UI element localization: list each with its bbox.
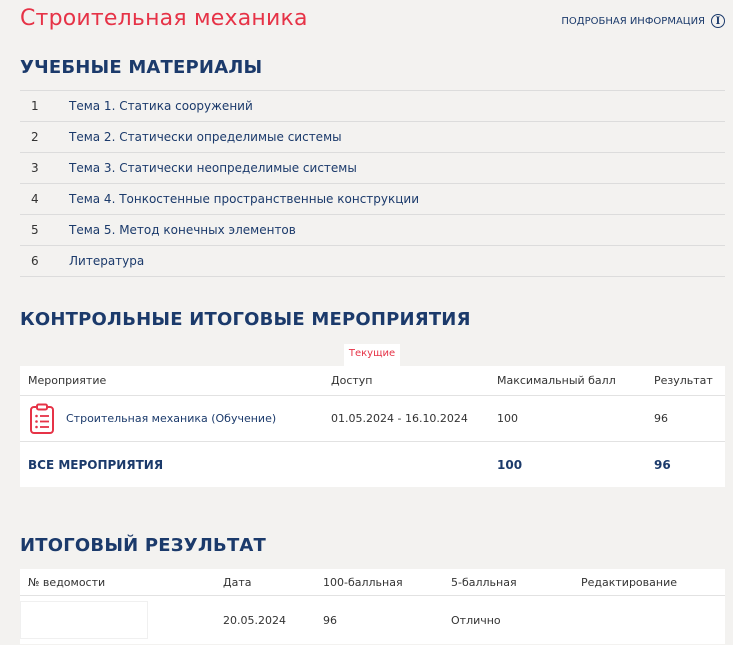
total-label: ВСЕ МЕРОПРИЯТИЯ <box>28 457 164 472</box>
materials-title: УЧЕБНЫЕ МАТЕРИАЛЫ <box>20 57 263 78</box>
event-link[interactable]: Строительная механика (Обучение) <box>66 412 276 425</box>
score100-cell: 96 <box>323 613 337 627</box>
tab-current[interactable]: Текущие <box>344 344 400 366</box>
column-header-event: Мероприятие <box>28 374 107 387</box>
events-title: КОНТРОЛЬНЫЕ ИТОГОВЫЕ МЕРОПРИЯТИЯ <box>20 309 471 330</box>
material-link[interactable]: Литература <box>69 254 144 268</box>
list-item: 5 Тема 5. Метод конечных элементов <box>20 215 725 246</box>
list-item: 3 Тема 3. Статически неопределимые систе… <box>20 153 725 184</box>
table-row: Строительная механика (Обучение) 01.05.2… <box>20 396 725 442</box>
table-row: 20.05.2024 96 Отлично <box>20 596 725 644</box>
column-header-score100: 100-балльная <box>323 575 403 589</box>
table-header: Мероприятие Доступ Максимальный балл Рез… <box>20 366 725 396</box>
column-header-result: Результат <box>654 374 713 387</box>
max-score-cell: 100 <box>497 412 518 425</box>
date-cell: 20.05.2024 <box>223 613 286 627</box>
more-info-link[interactable]: ПОДРОБНАЯ ИНФОРМАЦИЯ i <box>561 14 725 28</box>
total-max: 100 <box>497 457 523 472</box>
access-cell: 01.05.2024 - 16.10.2024 <box>331 412 468 425</box>
material-link[interactable]: Тема 4. Тонкостенные пространственные ко… <box>69 192 419 206</box>
column-header-date: Дата <box>223 575 252 589</box>
item-number: 6 <box>31 254 39 268</box>
column-header-score5: 5-балльная <box>451 575 517 589</box>
materials-list: 1 Тема 1. Статика сооружений 2 Тема 2. С… <box>20 90 725 277</box>
final-results-table: № ведомости Дата 100-балльная 5-балльная… <box>20 569 725 644</box>
material-link[interactable]: Тема 3. Статически неопределимые системы <box>69 161 357 175</box>
page-title: Строительная механика <box>20 6 308 31</box>
clipboard-list-icon <box>28 403 56 435</box>
item-number: 1 <box>31 99 39 113</box>
more-info-label: ПОДРОБНАЯ ИНФОРМАЦИЯ <box>561 15 705 27</box>
item-number: 2 <box>31 130 39 144</box>
list-item: 2 Тема 2. Статически определимые системы <box>20 122 725 153</box>
column-header-edit: Редактирование <box>581 575 677 589</box>
info-icon: i <box>711 14 725 28</box>
column-header-statement: № ведомости <box>28 575 106 589</box>
list-item: 1 Тема 1. Статика сооружений <box>20 91 725 122</box>
total-row: ВСЕ МЕРОПРИЯТИЯ 100 96 <box>20 442 725 487</box>
material-link[interactable]: Тема 1. Статика сооружений <box>69 99 253 113</box>
events-table: Мероприятие Доступ Максимальный балл Рез… <box>20 366 725 487</box>
item-number: 3 <box>31 161 39 175</box>
score5-cell: Отлично <box>451 613 501 627</box>
material-link[interactable]: Тема 5. Метод конечных элементов <box>69 223 296 237</box>
list-item: 4 Тема 4. Тонкостенные пространственные … <box>20 184 725 215</box>
total-result: 96 <box>654 457 671 472</box>
column-header-max: Максимальный балл <box>497 374 616 387</box>
final-title: ИТОГОВЫЙ РЕЗУЛЬТАТ <box>20 535 267 556</box>
statement-number-placeholder <box>20 601 148 639</box>
item-number: 5 <box>31 223 39 237</box>
material-link[interactable]: Тема 2. Статически определимые системы <box>69 130 342 144</box>
statement-cell <box>20 601 223 639</box>
item-number: 4 <box>31 192 39 206</box>
event-cell: Строительная механика (Обучение) <box>20 403 331 435</box>
column-header-access: Доступ <box>331 374 373 387</box>
table-header: № ведомости Дата 100-балльная 5-балльная… <box>20 569 725 596</box>
result-cell: 96 <box>654 412 668 425</box>
list-item: 6 Литература <box>20 246 725 277</box>
